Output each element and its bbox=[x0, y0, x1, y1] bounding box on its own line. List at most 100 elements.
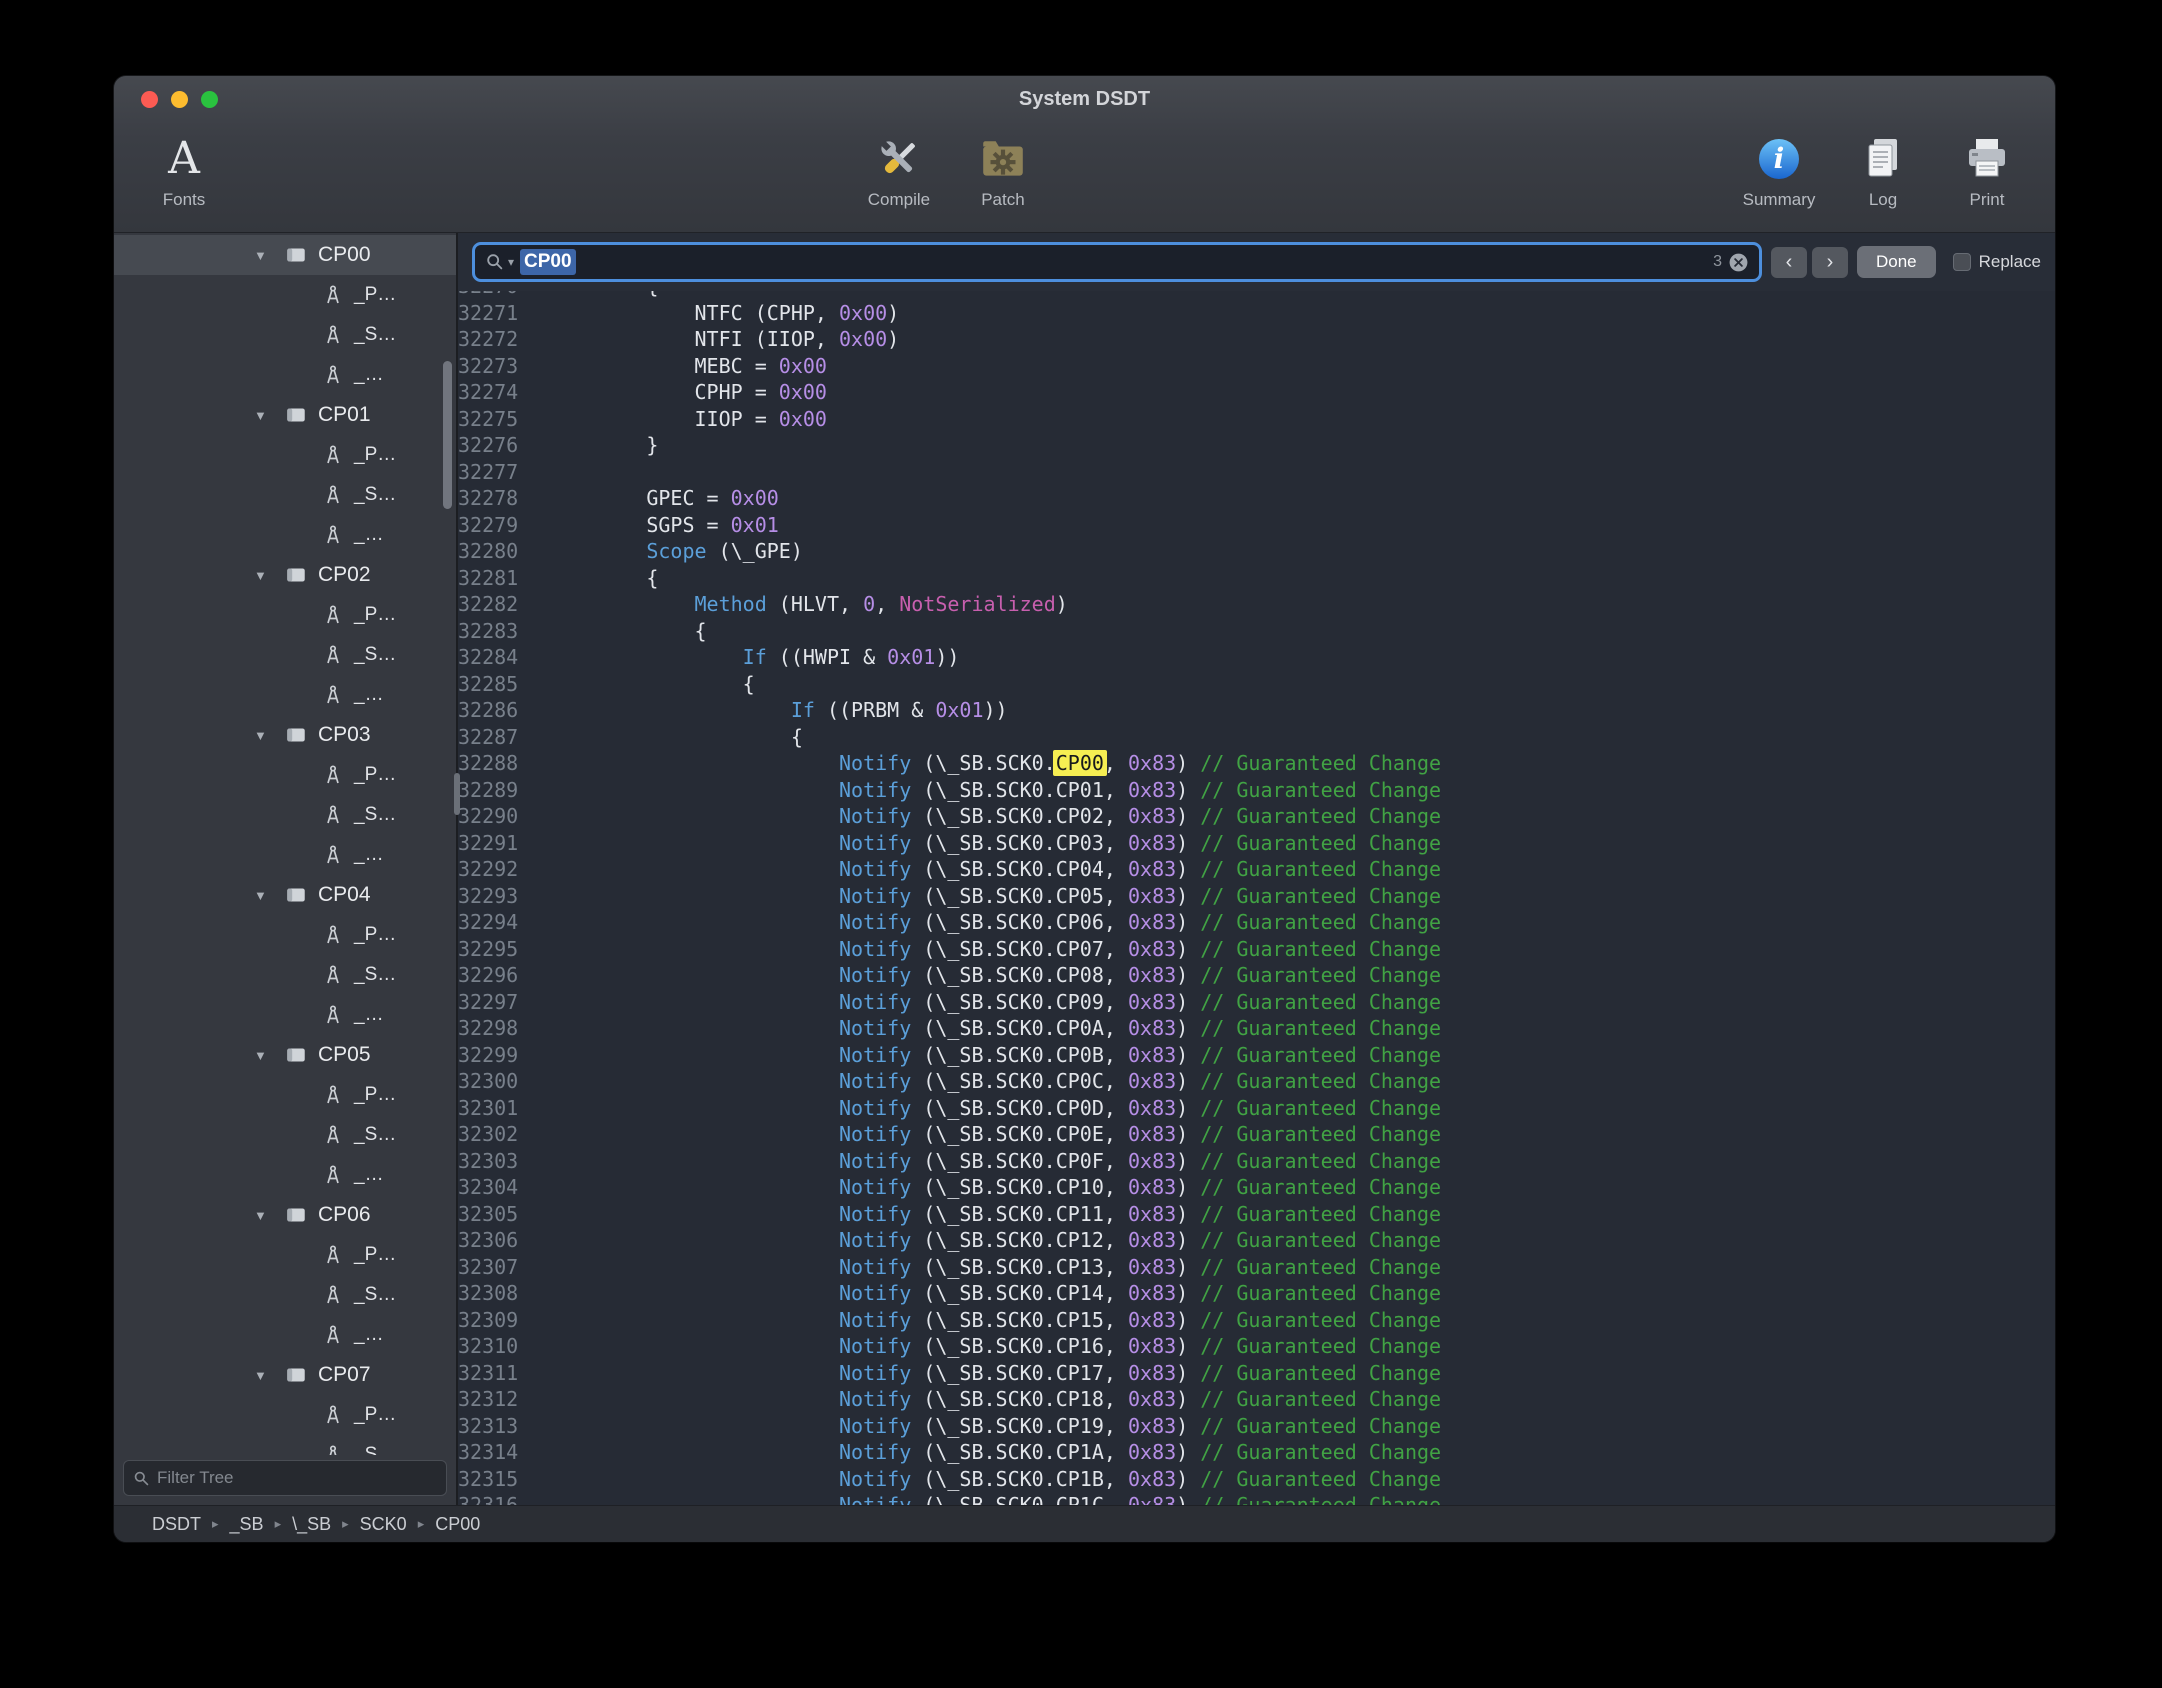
tree-item-cp04-child-0[interactable]: _P… bbox=[114, 915, 456, 955]
disclosure-triangle-icon[interactable]: ▼ bbox=[254, 1208, 276, 1223]
tree-item-cp05-child-0[interactable]: _P… bbox=[114, 1075, 456, 1115]
method-compass-icon bbox=[322, 1084, 344, 1106]
tree-item-cp03-child-1[interactable]: _S… bbox=[114, 795, 456, 835]
tree-item-cp04-child-2[interactable]: _… bbox=[114, 995, 456, 1035]
split-divider[interactable] bbox=[456, 233, 458, 1505]
tree-item-cp00-child-2[interactable]: _… bbox=[114, 355, 456, 395]
divider-handle[interactable] bbox=[454, 773, 460, 815]
tree-item-cp06-child-2[interactable]: _… bbox=[114, 1315, 456, 1355]
line-number: 32304 bbox=[458, 1174, 550, 1201]
tree-item-cp01-child-0[interactable]: _P… bbox=[114, 435, 456, 475]
tree-item-cp01[interactable]: ▼CP01 bbox=[114, 395, 456, 435]
tree-item-cp00[interactable]: ▼ CP00 bbox=[114, 235, 456, 275]
code-line: 32282 Method (HLVT, 0, NotSerialized) bbox=[458, 591, 2055, 618]
tree-item-cp06-child-1[interactable]: _S… bbox=[114, 1275, 456, 1315]
tree-item-cp07-child-1[interactable]: _S… bbox=[114, 1435, 456, 1455]
main-content: ▼CP00_P…_S…_…▼CP01_P…_S…_…▼CP02_P…_S…_…▼… bbox=[114, 233, 2055, 1505]
find-previous-button[interactable]: ‹ bbox=[1771, 247, 1807, 278]
tree-item-cp07-child-0[interactable]: _P… bbox=[114, 1395, 456, 1435]
tree-item-cp04-child-1[interactable]: _S… bbox=[114, 955, 456, 995]
tree-item-cp07[interactable]: ▼CP07 bbox=[114, 1355, 456, 1395]
tree-item-cp05-child-1[interactable]: _S… bbox=[114, 1115, 456, 1155]
path-separator-icon: ▸ bbox=[275, 1516, 282, 1532]
path-segment[interactable]: DSDT bbox=[152, 1514, 201, 1535]
line-number: 32284 bbox=[458, 644, 550, 671]
line-number: 32280 bbox=[458, 538, 550, 565]
filter-search-icon bbox=[133, 1470, 150, 1487]
path-segment[interactable]: SCK0 bbox=[360, 1514, 407, 1535]
summary-button[interactable]: i Summary bbox=[1727, 130, 1831, 210]
method-compass-icon bbox=[322, 444, 344, 466]
tree-item-cp06[interactable]: ▼CP06 bbox=[114, 1195, 456, 1235]
disclosure-triangle-icon[interactable]: ▼ bbox=[254, 728, 276, 743]
clear-search-icon[interactable] bbox=[1728, 252, 1749, 273]
tree-item-cp03[interactable]: ▼CP03 bbox=[114, 715, 456, 755]
line-number: 32313 bbox=[458, 1413, 550, 1440]
tree-item-cp05-child-2[interactable]: _… bbox=[114, 1155, 456, 1195]
disclosure-triangle-icon[interactable]: ▼ bbox=[254, 1048, 276, 1063]
tree-item-label: _P… bbox=[354, 444, 396, 466]
find-next-button[interactable]: › bbox=[1812, 247, 1848, 278]
tree-item-cp03-child-2[interactable]: _… bbox=[114, 835, 456, 875]
done-button[interactable]: Done bbox=[1857, 246, 1936, 278]
disclosure-triangle-icon[interactable]: ▼ bbox=[254, 568, 276, 583]
patch-button[interactable]: Patch bbox=[951, 130, 1055, 210]
replace-checkbox[interactable] bbox=[1953, 253, 1971, 271]
summary-label: Summary bbox=[1743, 190, 1816, 210]
tree-item-cp02-child-0[interactable]: _P… bbox=[114, 595, 456, 635]
path-segment[interactable]: CP00 bbox=[435, 1514, 480, 1535]
tree-item-cp04[interactable]: ▼CP04 bbox=[114, 875, 456, 915]
print-button[interactable]: Print bbox=[1935, 130, 2039, 210]
code-line: 32270 { bbox=[458, 291, 2055, 300]
method-compass-icon bbox=[322, 764, 344, 786]
tree-item-label: _S… bbox=[354, 1444, 396, 1455]
sidebar-scrollbar[interactable] bbox=[443, 361, 452, 509]
disclosure-triangle-icon[interactable]: ▼ bbox=[254, 408, 276, 423]
filter-tree-input[interactable] bbox=[157, 1468, 437, 1488]
tree-item-label: CP00 bbox=[318, 243, 371, 267]
tree-item-cp02-child-2[interactable]: _… bbox=[114, 675, 456, 715]
compile-button[interactable]: Compile bbox=[847, 130, 951, 210]
code-line: 32315 Notify (\_SB.SCK0.CP1B, 0x83) // G… bbox=[458, 1466, 2055, 1493]
code-line: 32306 Notify (\_SB.SCK0.CP12, 0x83) // G… bbox=[458, 1227, 2055, 1254]
tree-item-cp03-child-0[interactable]: _P… bbox=[114, 755, 456, 795]
search-input[interactable]: CP00 bbox=[520, 249, 576, 275]
code-editor[interactable]: 32270 {32271 NTFC (CPHP, 0x00)32272 NTFI… bbox=[458, 291, 2055, 1505]
tree-item-cp05[interactable]: ▼CP05 bbox=[114, 1035, 456, 1075]
titlebar[interactable]: System DSDT bbox=[114, 76, 2055, 122]
line-number: 32294 bbox=[458, 909, 550, 936]
path-segment[interactable]: \_SB bbox=[292, 1514, 331, 1535]
device-icon bbox=[284, 1363, 308, 1387]
tree-item-cp06-child-0[interactable]: _P… bbox=[114, 1235, 456, 1275]
tree-item-cp01-child-1[interactable]: _S… bbox=[114, 475, 456, 515]
search-icon bbox=[485, 252, 505, 272]
tree-item-cp02-child-1[interactable]: _S… bbox=[114, 635, 456, 675]
search-field[interactable]: ▾ CP00 3 bbox=[472, 242, 1762, 282]
disclosure-triangle-icon[interactable]: ▼ bbox=[254, 248, 276, 263]
code-line: 32292 Notify (\_SB.SCK0.CP04, 0x83) // G… bbox=[458, 856, 2055, 883]
tree-item-label: _… bbox=[354, 684, 384, 706]
match-count: 3 bbox=[1713, 253, 1722, 271]
path-segment[interactable]: _SB bbox=[230, 1514, 264, 1535]
code-line: 32293 Notify (\_SB.SCK0.CP05, 0x83) // G… bbox=[458, 883, 2055, 910]
svg-text:i: i bbox=[1774, 142, 1785, 175]
disclosure-triangle-icon[interactable]: ▼ bbox=[254, 1368, 276, 1383]
tree-item-cp02[interactable]: ▼CP02 bbox=[114, 555, 456, 595]
find-bar: ▾ CP00 3 ‹ › Done bbox=[458, 233, 2055, 291]
tree-item-label: _P… bbox=[354, 284, 396, 306]
replace-label: Replace bbox=[1979, 252, 2041, 272]
code-line: 32314 Notify (\_SB.SCK0.CP1A, 0x83) // G… bbox=[458, 1439, 2055, 1466]
method-compass-icon bbox=[322, 1324, 344, 1346]
tree-item-cp00-child-0[interactable]: _P… bbox=[114, 275, 456, 315]
code-line: 32311 Notify (\_SB.SCK0.CP17, 0x83) // G… bbox=[458, 1360, 2055, 1387]
tree-item-cp01-child-2[interactable]: _… bbox=[114, 515, 456, 555]
editor-pane: ▾ CP00 3 ‹ › Done bbox=[458, 233, 2055, 1505]
code-line: 32305 Notify (\_SB.SCK0.CP11, 0x83) // G… bbox=[458, 1201, 2055, 1228]
fonts-button[interactable]: A Fonts bbox=[132, 130, 236, 210]
line-number: 32281 bbox=[458, 565, 550, 592]
filter-tree-field[interactable] bbox=[123, 1460, 447, 1496]
log-button[interactable]: Log bbox=[1831, 130, 1935, 210]
disclosure-triangle-icon[interactable]: ▼ bbox=[254, 888, 276, 903]
tree-item-cp00-child-1[interactable]: _S… bbox=[114, 315, 456, 355]
search-options-chevron-icon[interactable]: ▾ bbox=[508, 255, 514, 269]
